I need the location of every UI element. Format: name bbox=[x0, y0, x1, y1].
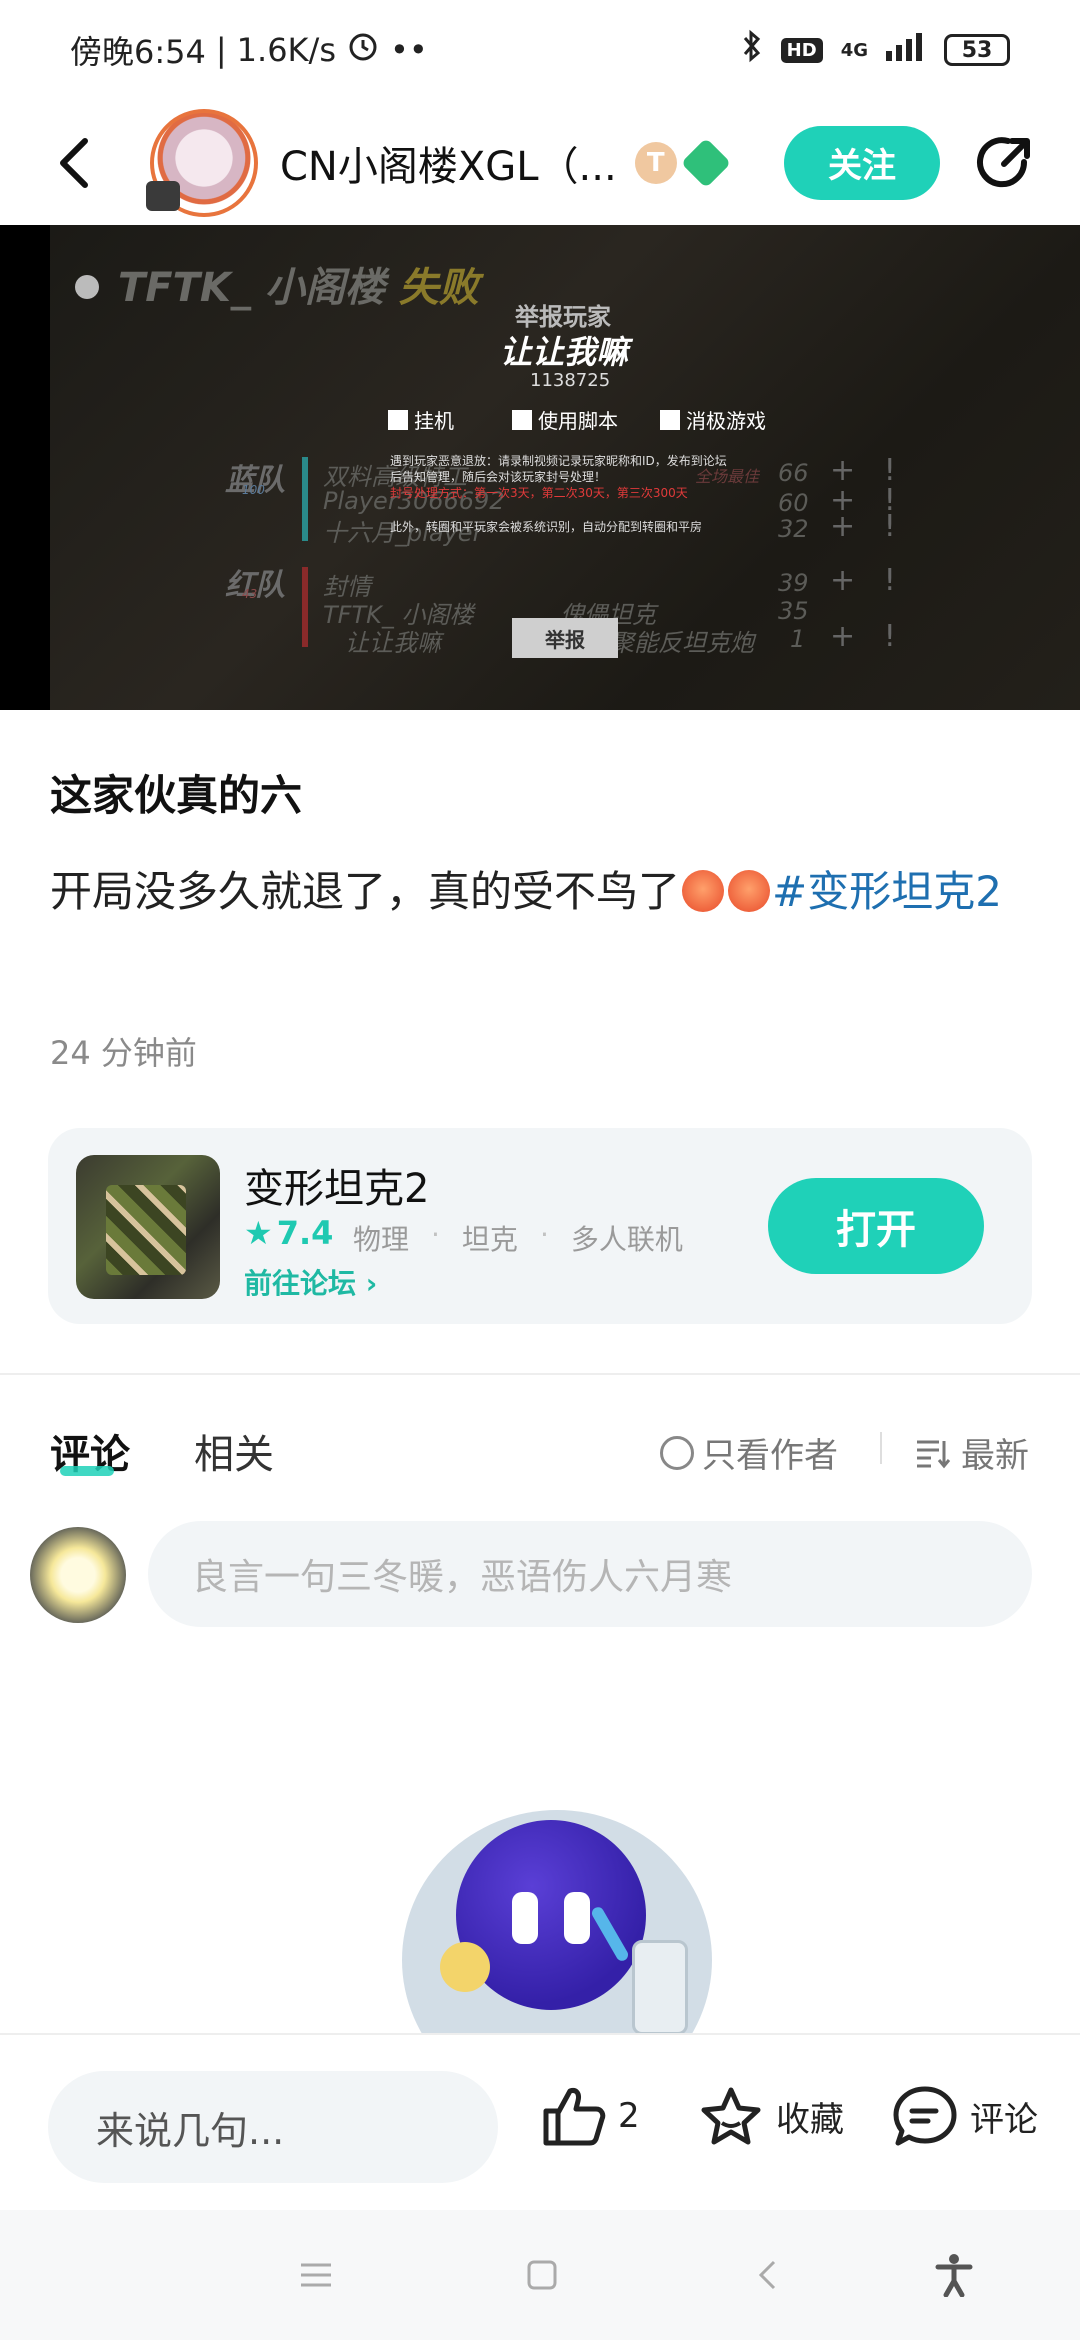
system-nav-bar bbox=[0, 2210, 1080, 2340]
menu-nav-icon[interactable] bbox=[296, 2255, 336, 2295]
bottom-action-bar: 来说几句... 2 收藏 评论 bbox=[0, 2033, 1080, 2210]
alarm-icon bbox=[346, 29, 380, 71]
comment-input[interactable]: 良言一句三冬暖，恶语伤人六月寒 bbox=[148, 1521, 1032, 1627]
quick-comment-input[interactable]: 来说几句... bbox=[48, 2071, 498, 2183]
empty-state-mascot bbox=[360, 1800, 760, 2035]
gamepad-badge-icon bbox=[680, 137, 731, 188]
open-game-button[interactable]: 打开 bbox=[768, 1178, 984, 1274]
post-time: 24 分钟前 bbox=[50, 1034, 197, 1072]
home-nav-icon[interactable] bbox=[522, 2255, 562, 2295]
follow-button[interactable]: 关注 bbox=[784, 125, 940, 200]
author-level-badge: T bbox=[634, 141, 677, 184]
goto-forum-link[interactable]: 前往论坛 › bbox=[244, 1262, 377, 1302]
battery-icon: 53 bbox=[944, 34, 1010, 66]
favorite-button[interactable]: 收藏 bbox=[698, 2085, 844, 2147]
angry-emoji-icon bbox=[682, 870, 725, 912]
status-speed: 1.6K/s bbox=[236, 31, 336, 69]
tab-related[interactable]: 相关 bbox=[194, 1422, 274, 1480]
only-author-toggle[interactable]: 只看作者 bbox=[660, 1428, 838, 1477]
comment-bubble-icon bbox=[893, 2086, 957, 2146]
like-count: 2 bbox=[618, 2096, 640, 2136]
chevron-right-icon: › bbox=[365, 1267, 378, 1300]
sort-button[interactable]: 最新 bbox=[915, 1428, 1029, 1477]
network-type: 4G bbox=[840, 39, 868, 61]
share-button[interactable] bbox=[970, 128, 1040, 198]
image-report-notice: 遇到玩家恶意退放：请录制视频记录玩家昵称和ID，发布到论坛 后告知管理，随后会对… bbox=[390, 454, 727, 500]
comment-button[interactable]: 评论 bbox=[892, 2085, 1038, 2147]
post-title: 这家伙真的六 bbox=[50, 771, 303, 820]
image-report-id: 1138725 bbox=[530, 370, 611, 391]
divider bbox=[0, 1373, 1080, 1375]
bluetooth-icon bbox=[741, 29, 763, 71]
angry-emoji-icon bbox=[728, 870, 771, 912]
accessibility-icon[interactable] bbox=[934, 2254, 974, 2297]
post-header: CN小阁楼XGL（... T 关注 bbox=[0, 100, 1080, 225]
hd-icon: HD bbox=[780, 37, 823, 63]
back-nav-icon[interactable] bbox=[748, 2255, 788, 2295]
status-bar: 傍晚6:54 | 1.6K/s •• HD 4G 53 bbox=[0, 0, 1080, 100]
post-image[interactable]: TFTK_ 小阁楼 失败 蓝队 100 双料高级特工 Player3066692… bbox=[0, 225, 1080, 710]
game-name: 变形坦克2 bbox=[244, 1166, 430, 1212]
game-rating: ★ 7.4 bbox=[244, 1214, 334, 1252]
image-report-button: 举报 bbox=[512, 618, 618, 658]
like-button[interactable]: 2 bbox=[540, 2085, 640, 2147]
tab-indicator bbox=[60, 1466, 114, 1476]
post-body: 开局没多久就退了，真的受不鸟了 #变形坦克2 bbox=[50, 867, 1002, 916]
author-avatar[interactable] bbox=[146, 108, 258, 217]
star-outline-icon bbox=[701, 2087, 761, 2145]
image-match-title: TFTK_ 小阁楼 失败 bbox=[118, 265, 479, 311]
more-dots-icon: •• bbox=[389, 31, 428, 69]
sort-icon bbox=[917, 1440, 951, 1468]
hashtag-link[interactable]: #变形坦克2 bbox=[772, 867, 1002, 916]
share-icon bbox=[977, 136, 1030, 187]
back-button[interactable] bbox=[40, 128, 110, 198]
game-tags: 物理 · 坦克 · 多人联机 bbox=[353, 1218, 683, 1256]
current-user-avatar[interactable] bbox=[30, 1527, 126, 1623]
star-icon: ★ bbox=[244, 1214, 273, 1252]
author-name[interactable]: CN小阁楼XGL（... bbox=[280, 134, 617, 192]
signal-icon bbox=[886, 31, 926, 69]
status-time: 傍晚6:54 bbox=[70, 33, 206, 71]
game-card[interactable]: 变形坦克2 ★ 7.4 物理 · 坦克 · 多人联机 前往论坛 › 打开 bbox=[48, 1128, 1032, 1324]
game-thumbnail bbox=[76, 1155, 220, 1299]
thumbs-up-icon bbox=[543, 2088, 606, 2146]
image-report-name: 让让我嘛 bbox=[500, 333, 629, 371]
radio-circle-icon bbox=[660, 1435, 694, 1470]
